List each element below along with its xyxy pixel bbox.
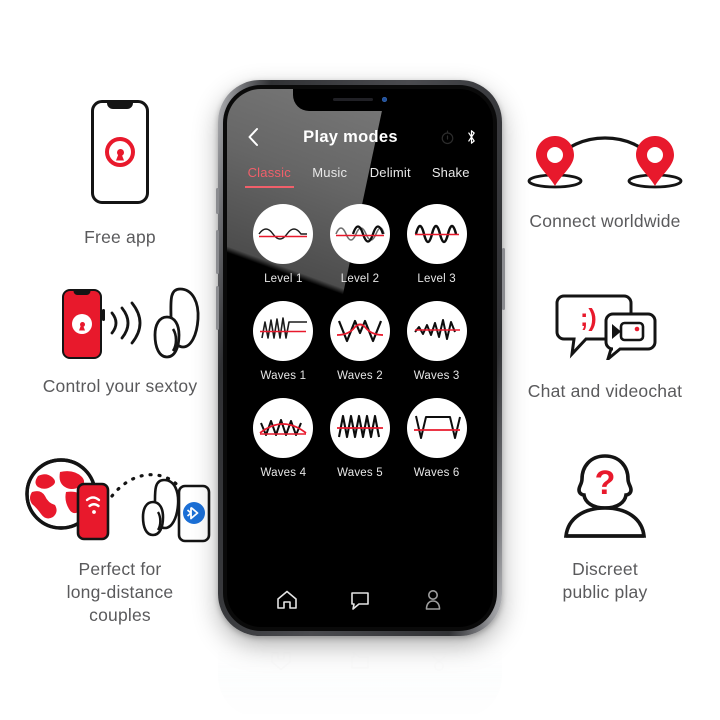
mode-item[interactable]: Waves 6 bbox=[398, 398, 475, 479]
feature-discreet-public-play: ? Discreet public play bbox=[500, 448, 710, 604]
mode-label: Waves 4 bbox=[260, 467, 307, 479]
feature-free-app: Free app bbox=[46, 100, 194, 249]
mode-label: Waves 2 bbox=[337, 370, 383, 382]
feature-long-distance-caption: Perfect for long-distance couples bbox=[66, 559, 174, 625]
wave-zigzag-arc-icon bbox=[253, 398, 314, 458]
svg-text:;): ;) bbox=[580, 304, 597, 332]
phone-mockup: Play modes Classic Music Delimit Shake L… bbox=[215, 80, 505, 636]
feature-control-sextoy-caption: Control your sextoy bbox=[42, 376, 198, 396]
feature-discreet-public-play-caption: Discreet public play bbox=[562, 559, 648, 602]
mode-label: Waves 6 bbox=[413, 467, 460, 479]
wave-zigzag-grow-icon bbox=[406, 301, 467, 361]
feature-chat-videochat-caption: Chat and videochat bbox=[527, 381, 683, 401]
location-compass-icon[interactable] bbox=[440, 130, 455, 145]
earpiece-speaker bbox=[333, 97, 373, 102]
tab-delimit[interactable]: Delimit bbox=[360, 165, 421, 188]
chat-icon-reflection bbox=[351, 651, 369, 669]
home-icon-reflection bbox=[271, 652, 292, 671]
bottom-navigation bbox=[227, 585, 493, 615]
mode-label: Waves 3 bbox=[413, 370, 460, 382]
wave-sine-mid-icon bbox=[329, 204, 390, 264]
mode-label: Level 3 bbox=[417, 273, 456, 285]
mode-item[interactable]: Level 2 bbox=[322, 204, 399, 285]
speech-bubbles-video-icon: ;) bbox=[500, 292, 710, 364]
tab-shake[interactable]: Shake bbox=[421, 165, 482, 188]
phone-notch bbox=[293, 89, 427, 111]
mode-item[interactable]: Level 3 bbox=[398, 204, 475, 285]
home-icon[interactable] bbox=[272, 585, 302, 615]
wave-sine-high-icon bbox=[406, 204, 467, 264]
feature-chat-videochat: ;) Chat and videochat bbox=[500, 292, 710, 403]
wave-trapezoid-icon bbox=[406, 398, 467, 458]
mode-item[interactable]: Waves 4 bbox=[245, 398, 322, 479]
feature-long-distance: Perfect for long-distance couples bbox=[16, 452, 224, 627]
wave-zigzag-vw-icon bbox=[329, 301, 390, 361]
feature-connect-worldwide: Connect worldwide bbox=[500, 128, 710, 233]
mode-label: Waves 5 bbox=[337, 467, 383, 479]
mode-item[interactable]: Waves 2 bbox=[322, 301, 399, 382]
tab-music[interactable]: Music bbox=[300, 165, 361, 188]
promo-infographic: Free app Control your sextoy Perfect for… bbox=[0, 0, 720, 720]
svg-text:?: ? bbox=[595, 464, 616, 502]
play-mode-grid: Level 1 Level 2 Level 3 Waves 1 Waves 2 … bbox=[227, 188, 493, 479]
globe-phone-toy-bluetooth-icon bbox=[16, 452, 224, 544]
mode-label: Level 1 bbox=[264, 273, 303, 285]
mode-item[interactable]: Level 1 bbox=[245, 204, 322, 285]
phone-with-app-logo-icon bbox=[46, 100, 194, 204]
phone-reflection bbox=[218, 640, 502, 718]
phone-signal-toy-icon bbox=[18, 285, 222, 363]
play-mode-tabs: Classic Music Delimit Shake bbox=[227, 165, 493, 188]
wave-ramp-plateau-icon bbox=[253, 301, 314, 361]
page-title: Play modes bbox=[303, 127, 398, 146]
mode-item[interactable]: Waves 5 bbox=[322, 398, 399, 479]
feature-connect-worldwide-caption: Connect worldwide bbox=[529, 211, 681, 231]
profile-icon-reflection bbox=[431, 651, 446, 671]
chat-icon[interactable] bbox=[345, 585, 375, 615]
feature-free-app-caption: Free app bbox=[84, 227, 156, 247]
tab-classic[interactable]: Classic bbox=[239, 165, 300, 188]
front-camera bbox=[382, 97, 387, 102]
toy-outline-icon bbox=[153, 287, 200, 359]
mode-label: Waves 1 bbox=[260, 370, 307, 382]
mode-item[interactable]: Waves 1 bbox=[245, 301, 322, 382]
feature-control-sextoy: Control your sextoy bbox=[18, 285, 222, 398]
wave-sine-low-icon bbox=[253, 204, 314, 264]
mode-label: Level 2 bbox=[340, 273, 380, 285]
anonymous-person-question-icon: ? bbox=[500, 448, 710, 540]
phone-screen: Play modes Classic Music Delimit Shake L… bbox=[227, 89, 493, 627]
signal-waves-icon bbox=[110, 301, 142, 345]
two-map-pins-arc-icon bbox=[500, 128, 710, 192]
app-header: Play modes bbox=[227, 111, 493, 163]
bluetooth-icon[interactable] bbox=[466, 129, 477, 145]
mode-item[interactable]: Waves 3 bbox=[398, 301, 475, 382]
wave-triangle-dense-icon bbox=[329, 398, 390, 458]
profile-icon[interactable] bbox=[418, 585, 448, 615]
